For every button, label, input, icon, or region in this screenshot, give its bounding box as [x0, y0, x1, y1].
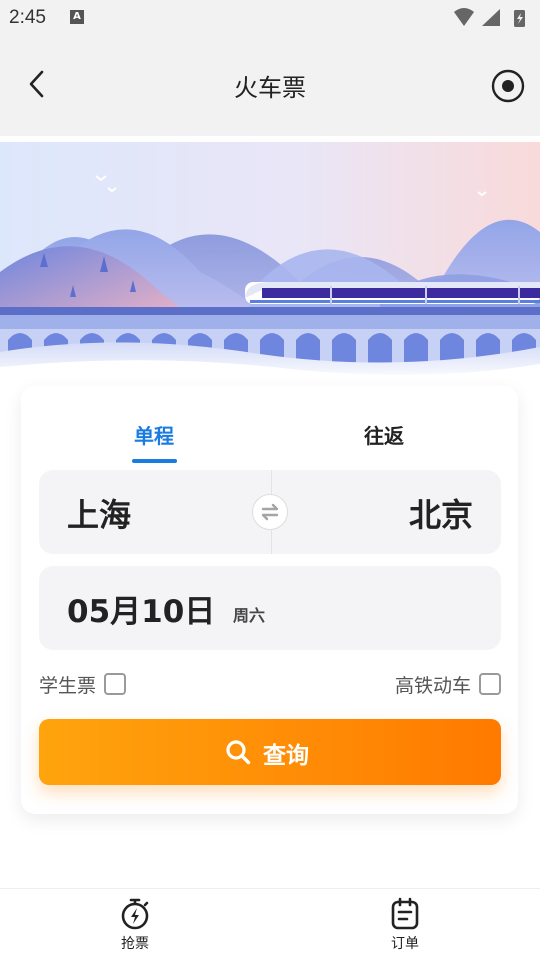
- departure-city[interactable]: 上海: [67, 490, 131, 536]
- clipboard-icon: [391, 897, 419, 930]
- banner-illustration: [0, 142, 540, 382]
- swap-icon: [261, 503, 279, 521]
- high-speed-label: 高铁动车: [394, 674, 471, 697]
- search-button-label: 查询: [263, 743, 309, 769]
- high-speed-option[interactable]: 高铁动车: [395, 670, 501, 698]
- search-button[interactable]: 查询: [39, 719, 501, 785]
- high-speed-checkbox[interactable]: [479, 673, 501, 695]
- status-time: 2:45: [9, 7, 46, 28]
- page-title: 火车票: [234, 74, 306, 102]
- signal-icon: [482, 9, 500, 26]
- student-ticket-label: 学生票: [39, 674, 97, 697]
- bottom-nav: 抢票 订单: [0, 888, 540, 960]
- status-icons: [454, 8, 525, 27]
- tab-round-trip[interactable]: 往返: [364, 420, 404, 449]
- nav-item-grab-tickets[interactable]: 抢票: [90, 897, 180, 957]
- ticket-search-card: 单程 往返 上海 北京 05月10日 周六 学生票 高铁动车 查询: [21, 386, 518, 814]
- date-selector[interactable]: 05月10日 周六: [39, 566, 501, 650]
- notification-a-icon: A: [70, 10, 84, 24]
- wifi-icon: [454, 8, 474, 26]
- swap-cities-button[interactable]: [252, 494, 288, 530]
- arrival-city[interactable]: 北京: [409, 490, 473, 536]
- student-ticket-checkbox[interactable]: [104, 673, 127, 695]
- active-tab-indicator: [132, 459, 177, 463]
- status-bar: 2:45 A: [0, 0, 540, 36]
- route-selector: 上海 北京: [39, 470, 501, 554]
- record-button[interactable]: [490, 68, 526, 104]
- student-ticket-option[interactable]: 学生票: [39, 670, 127, 698]
- tab-one-way[interactable]: 单程: [134, 420, 174, 449]
- nav-label-orders: 订单: [391, 936, 419, 952]
- header: 火车票: [0, 36, 540, 136]
- search-icon: [226, 740, 251, 765]
- departure-date: 05月10日: [67, 594, 216, 630]
- departure-weekday: 周六: [233, 606, 266, 625]
- nav-item-orders[interactable]: 订单: [360, 897, 450, 957]
- stopwatch-icon: [121, 898, 149, 930]
- train-landscape-image: [0, 142, 540, 382]
- nav-label-grab-tickets: 抢票: [121, 936, 149, 952]
- record-icon: [491, 69, 525, 103]
